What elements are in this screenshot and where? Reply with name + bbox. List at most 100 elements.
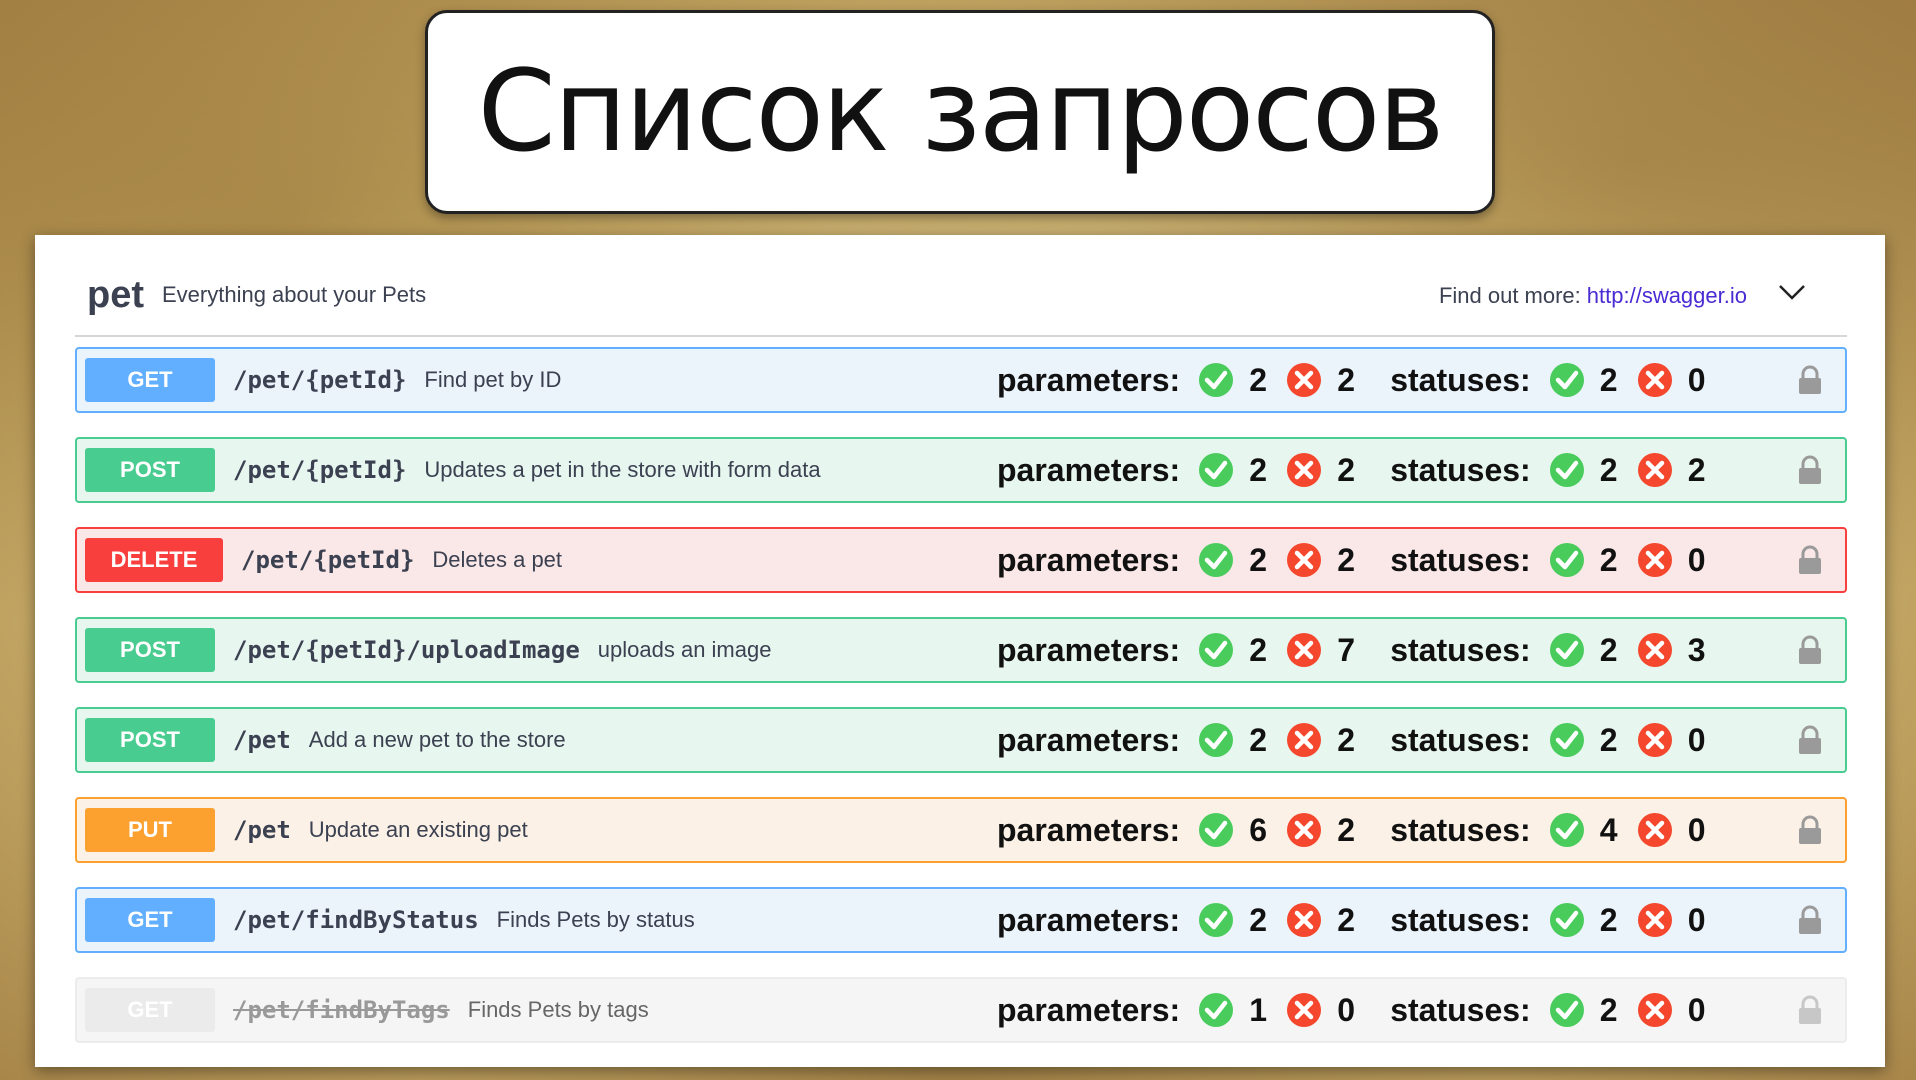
- x-circle-icon: [1637, 453, 1672, 487]
- method-badge: POST: [85, 448, 215, 492]
- operations-list: GET /pet/{petId} Find pet by ID paramete…: [75, 347, 1847, 1067]
- operation-stats: parameters: 6 2 statuses: 4 0: [997, 799, 1719, 861]
- params-ok-count: 2: [1249, 541, 1268, 578]
- x-circle-icon: [1287, 453, 1322, 487]
- statuses-label: statuses:: [1390, 451, 1531, 488]
- method-badge: POST: [85, 718, 215, 762]
- method-badge: GET: [85, 988, 215, 1032]
- parameters-label: parameters:: [997, 721, 1181, 758]
- x-circle-icon: [1287, 363, 1322, 397]
- lock-icon[interactable]: [1797, 815, 1823, 845]
- x-circle-icon: [1287, 813, 1322, 847]
- parameters-label: parameters:: [997, 811, 1181, 848]
- params-ok-count: 2: [1249, 721, 1268, 758]
- x-circle-icon: [1287, 633, 1322, 667]
- check-circle-icon: [1549, 903, 1584, 937]
- params-fail-count: 7: [1337, 631, 1356, 668]
- x-circle-icon: [1287, 723, 1322, 757]
- operation-row-get[interactable]: GET /pet/findByStatus Finds Pets by stat…: [75, 887, 1847, 953]
- method-badge: POST: [85, 628, 215, 672]
- lock-icon[interactable]: [1797, 455, 1823, 485]
- operation-path: /pet/{petId}/uploadImage: [233, 636, 580, 664]
- tag-header-pet[interactable]: pet Everything about your Pets Find out …: [75, 255, 1847, 337]
- method-badge: GET: [85, 898, 215, 942]
- operation-summary: Updates a pet in the store with form dat…: [424, 457, 821, 482]
- x-circle-icon: [1637, 363, 1672, 397]
- lock-icon[interactable]: [1797, 635, 1823, 665]
- status-fail-count: 0: [1687, 991, 1706, 1028]
- statuses-label: statuses:: [1390, 721, 1531, 758]
- check-circle-icon: [1549, 633, 1584, 667]
- parameters-label: parameters:: [997, 451, 1181, 488]
- params-fail-count: 2: [1337, 901, 1356, 938]
- status-fail-count: 0: [1687, 541, 1706, 578]
- params-ok-count: 1: [1249, 991, 1268, 1028]
- params-ok-count: 6: [1249, 811, 1268, 848]
- operation-stats: parameters: 2 2 statuses: 2: [997, 529, 1719, 591]
- status-ok-count: 2: [1599, 361, 1618, 398]
- operation-path: /pet/findByStatus: [233, 906, 479, 934]
- status-fail-count: 0: [1687, 901, 1706, 938]
- statuses-label: statuses:: [1390, 631, 1531, 668]
- lock-icon[interactable]: [1797, 545, 1823, 575]
- x-circle-icon: [1637, 993, 1672, 1027]
- status-fail-count: 2: [1687, 451, 1706, 488]
- operation-row-post[interactable]: POST /pet/{petId}/uploadImage uploads an…: [75, 617, 1847, 683]
- status-ok-count: 4: [1599, 811, 1618, 848]
- params-fail-count: 2: [1337, 721, 1356, 758]
- lock-icon[interactable]: [1797, 905, 1823, 935]
- x-circle-icon: [1287, 993, 1322, 1027]
- status-fail-count: 3: [1687, 631, 1706, 668]
- operation-summary: Update an existing pet: [308, 817, 528, 842]
- operation-row-post[interactable]: POST /pet/{petId} Updates a pet in the s…: [75, 437, 1847, 503]
- operation-row-post[interactable]: POST /pet Add a new pet to the store par…: [75, 707, 1847, 773]
- statuses-label: statuses:: [1390, 901, 1531, 938]
- operation-row-get[interactable]: GET /pet/findByTags Finds Pets by tags p…: [75, 977, 1847, 1043]
- parameters-label: parameters:: [997, 631, 1181, 668]
- operation-path: /pet: [233, 816, 291, 844]
- check-circle-icon: [1199, 543, 1234, 577]
- method-badge: GET: [85, 358, 215, 402]
- x-circle-icon: [1637, 813, 1672, 847]
- operation-stats: parameters: 2 7 statuses: 2 3: [997, 619, 1719, 681]
- params-ok-count: 2: [1249, 451, 1268, 488]
- check-circle-icon: [1549, 993, 1584, 1027]
- check-circle-icon: [1549, 363, 1584, 397]
- lock-icon[interactable]: [1797, 365, 1823, 395]
- status-ok-count: 2: [1599, 541, 1618, 578]
- statuses-label: statuses:: [1390, 991, 1531, 1028]
- operation-stats: parameters: 2 2 statuses: 2: [997, 349, 1719, 411]
- operation-row-delete[interactable]: DELETE /pet/{petId} Deletes a pet parame…: [75, 527, 1847, 593]
- slide-title-card: Список запросов: [425, 10, 1495, 214]
- operation-row-put[interactable]: PUT /pet Update an existing pet paramete…: [75, 797, 1847, 863]
- chevron-down-icon[interactable]: [1777, 277, 1807, 307]
- lock-icon[interactable]: [1797, 725, 1823, 755]
- params-fail-count: 2: [1337, 361, 1356, 398]
- check-circle-icon: [1199, 903, 1234, 937]
- operation-path: /pet/{petId}: [241, 546, 415, 574]
- status-ok-count: 2: [1599, 451, 1618, 488]
- find-more-link[interactable]: http://swagger.io: [1587, 283, 1747, 308]
- operation-path: /pet/{petId}: [233, 366, 407, 394]
- x-circle-icon: [1637, 723, 1672, 757]
- find-more-label: Find out more:: [1438, 283, 1581, 308]
- swagger-panel: pet Everything about your Pets Find out …: [35, 235, 1885, 1067]
- params-fail-count: 2: [1337, 541, 1356, 578]
- params-fail-count: 2: [1337, 451, 1356, 488]
- status-ok-count: 2: [1599, 631, 1618, 668]
- check-circle-icon: [1199, 813, 1234, 847]
- status-fail-count: 0: [1687, 361, 1706, 398]
- params-fail-count: 2: [1337, 811, 1356, 848]
- x-circle-icon: [1637, 903, 1672, 937]
- x-circle-icon: [1287, 903, 1322, 937]
- operation-stats: parameters: 2 2 statuses: 2: [997, 889, 1719, 951]
- lock-icon[interactable]: [1797, 995, 1823, 1025]
- operation-stats: parameters: 2 2 statuses: 2: [997, 709, 1719, 771]
- check-circle-icon: [1549, 543, 1584, 577]
- check-circle-icon: [1549, 813, 1584, 847]
- params-ok-count: 2: [1249, 631, 1268, 668]
- status-fail-count: 0: [1687, 721, 1706, 758]
- tag-name: pet: [87, 273, 144, 316]
- operation-row-get[interactable]: GET /pet/{petId} Find pet by ID paramete…: [75, 347, 1847, 413]
- params-fail-count: 0: [1337, 991, 1356, 1028]
